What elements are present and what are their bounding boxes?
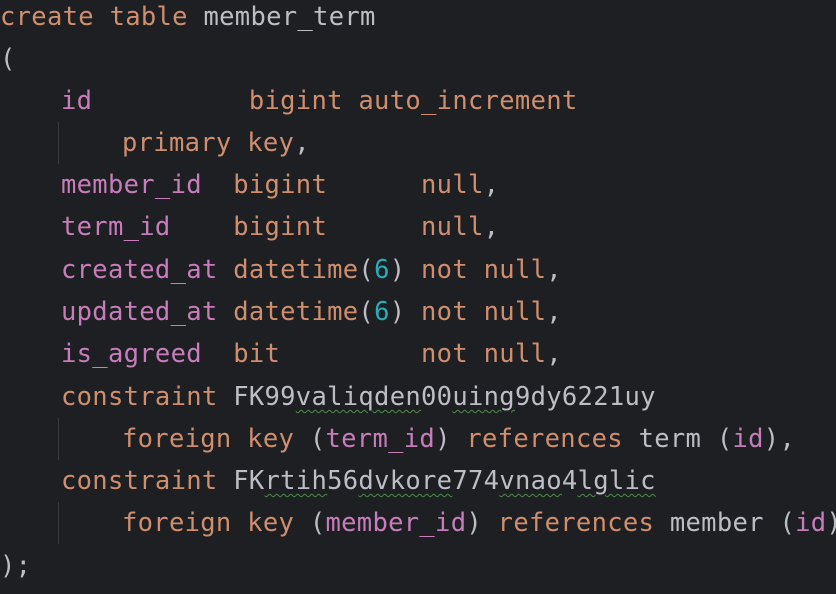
code-line[interactable]: constraint FKrtih56dvkore774vnao4lglic <box>61 460 656 502</box>
code-token: constraint <box>61 466 234 496</box>
code-token: ( <box>358 297 375 327</box>
code-token: updated_at <box>61 297 218 327</box>
code-line[interactable]: foreign key (member_id) references membe… <box>122 502 836 544</box>
code-token: ( <box>358 255 375 285</box>
code-token: vnao <box>499 466 562 496</box>
code-token: , <box>546 255 562 285</box>
code-token: member <box>669 508 780 538</box>
code-token: FK <box>233 466 265 496</box>
code-token: 56 <box>327 466 359 496</box>
code-line[interactable]: constraint FK99valiqden00uing9dy6221uy <box>61 376 656 418</box>
code-token: references <box>497 508 670 538</box>
code-line[interactable]: ( <box>0 38 16 80</box>
code-token: dvkore <box>358 466 453 496</box>
code-token: member_id <box>325 508 467 538</box>
code-token: uing <box>452 382 515 412</box>
code-token: is_agreed <box>61 339 202 369</box>
code-token: id <box>732 424 764 454</box>
code-token: ( <box>779 508 796 538</box>
code-token: , <box>483 212 500 242</box>
code-token: constraint <box>61 382 234 412</box>
code-line[interactable]: id bigint auto_increment <box>61 80 578 122</box>
code-token: lglic <box>577 466 656 496</box>
code-line[interactable]: foreign key (term_id) references term (i… <box>122 418 795 460</box>
code-line[interactable]: term_id bigint null, <box>61 206 499 248</box>
code-line[interactable]: create table member_term <box>0 0 376 38</box>
code-token: bigint <box>233 212 328 242</box>
code-token: 774 <box>452 466 500 496</box>
code-token: term_id <box>325 424 436 454</box>
code-token: member_term <box>203 2 376 32</box>
code-token: ( <box>716 424 733 454</box>
code-token: not null <box>421 255 547 285</box>
code-token: null <box>421 212 484 242</box>
code-token: created_at <box>61 255 218 285</box>
code-token: datetime <box>233 297 359 327</box>
code-token: rtih <box>264 466 328 496</box>
code-line[interactable]: primary key, <box>122 122 310 164</box>
code-token: ), <box>763 424 796 454</box>
code-token: member_id <box>61 170 202 200</box>
code-token: , <box>546 339 562 369</box>
code-token: foreign key <box>122 508 310 538</box>
code-token: ) <box>389 297 422 327</box>
code-token: bigint <box>233 170 328 200</box>
code-token: id <box>61 86 93 116</box>
code-line[interactable]: is_agreed bit not null, <box>61 333 562 375</box>
code-line[interactable]: created_at datetime(6) not null, <box>61 249 562 291</box>
code-token: ) <box>466 508 498 538</box>
code-line[interactable]: ); <box>0 545 31 587</box>
code-token: term_id <box>61 212 171 242</box>
code-token: not null <box>421 339 547 369</box>
code-token: ) <box>389 255 422 285</box>
code-token: 6 <box>374 255 390 285</box>
code-token: primary key <box>122 128 295 158</box>
code-token: 6 <box>374 297 390 327</box>
code-line[interactable]: member_id bigint null, <box>61 164 499 206</box>
indent-guide <box>58 122 59 164</box>
code-token: term <box>638 424 717 454</box>
code-line[interactable]: updated_at datetime(6) not null, <box>61 291 562 333</box>
code-token: not null <box>421 297 547 327</box>
code-token: create table <box>0 2 204 32</box>
code-token: ); <box>0 551 32 581</box>
code-token: foreign key <box>122 424 310 454</box>
code-token: id <box>795 508 827 538</box>
code-token: references <box>466 424 639 454</box>
code-token: 4 <box>561 466 578 496</box>
code-token: bigint auto_increment <box>248 86 578 116</box>
code-token: null <box>421 170 484 200</box>
code-token: ( <box>0 44 16 74</box>
code-token: , <box>483 170 500 200</box>
code-token: , <box>294 128 310 158</box>
code-token: ) <box>435 424 467 454</box>
code-token: , <box>546 297 562 327</box>
code-token: datetime <box>233 255 359 285</box>
code-token: ) <box>826 508 836 538</box>
code-token: 9dy6221uy <box>514 382 656 412</box>
sql-code-editor[interactable]: create table member_term ( id bigint aut… <box>0 0 836 594</box>
indent-guide <box>58 502 59 544</box>
code-token: ( <box>309 424 326 454</box>
code-token: FK99 <box>233 382 296 412</box>
code-token: valiqden <box>295 382 422 412</box>
indent-guide <box>58 418 59 460</box>
code-token: ( <box>309 508 326 538</box>
code-token: bit <box>233 339 281 369</box>
code-token: 00 <box>421 382 453 412</box>
